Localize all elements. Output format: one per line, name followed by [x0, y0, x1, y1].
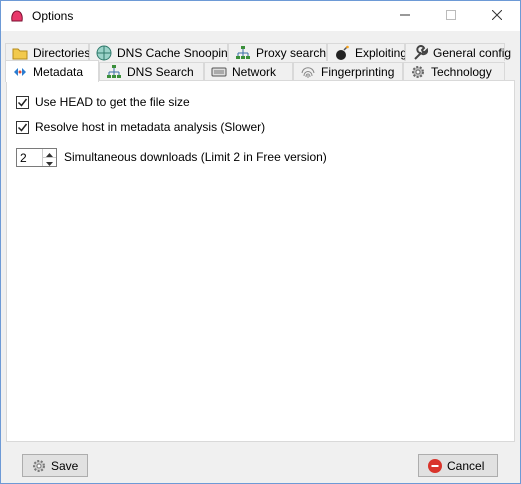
- bomb-icon: [334, 45, 350, 61]
- save-button[interactable]: Save: [22, 454, 88, 477]
- maximize-icon: [446, 9, 456, 23]
- gear-icon: [31, 458, 47, 474]
- resolve-host-option[interactable]: Resolve host in metadata analysis (Slowe…: [16, 120, 265, 134]
- window-title: Options: [32, 9, 74, 23]
- cancel-button[interactable]: Cancel: [418, 454, 498, 477]
- use-head-checkbox[interactable]: [16, 95, 29, 109]
- cancel-label: Cancel: [447, 458, 485, 473]
- title-bar: Options: [1, 1, 520, 31]
- chevron-down-icon: [46, 155, 53, 169]
- metadata-icon: [12, 64, 28, 80]
- tab-label: Network: [232, 64, 277, 79]
- tab-label: Technology: [431, 64, 492, 79]
- network-icon: [235, 45, 251, 61]
- downloads-value[interactable]: 2: [20, 151, 27, 165]
- use-head-option[interactable]: Use HEAD to get the file size: [16, 95, 190, 109]
- tab-label: General config: [433, 45, 512, 60]
- metadata-panel: Use HEAD to get the file size Resolve ho…: [6, 80, 515, 442]
- network-icon: [106, 64, 122, 80]
- keyboard-icon: [211, 64, 227, 80]
- cancel-icon: [427, 458, 443, 474]
- resolve-host-checkbox[interactable]: [16, 120, 29, 134]
- resolve-host-label: Resolve host in metadata analysis (Slowe…: [35, 120, 266, 134]
- close-icon: [491, 9, 503, 23]
- fingerprint-icon: [300, 64, 316, 80]
- tab-exploiting[interactable]: Exploiting: [327, 43, 408, 61]
- gear-icon: [410, 64, 426, 80]
- tab-technology[interactable]: Technology: [403, 62, 505, 80]
- tab-network[interactable]: Network: [204, 62, 293, 80]
- tab-row-2: Metadata DNS Search Network Fingerprinti…: [1, 60, 520, 82]
- tab-directories[interactable]: Directories: [5, 43, 91, 61]
- tab-fingerprinting[interactable]: Fingerprinting: [293, 62, 403, 80]
- downloads-spinner[interactable]: 2: [16, 148, 57, 167]
- tab-dns-cache-snooping[interactable]: DNS Cache Snooping: [89, 43, 234, 61]
- tab-label: Proxy search: [256, 45, 327, 60]
- tab-label: DNS Cache Snooping: [117, 45, 235, 60]
- use-head-label: Use HEAD to get the file size: [35, 95, 190, 109]
- tab-label: DNS Search: [127, 64, 194, 79]
- minimize-button[interactable]: [382, 1, 428, 31]
- close-button[interactable]: [474, 1, 520, 31]
- spin-down-button[interactable]: [43, 158, 56, 166]
- options-window: Options Directories DNS Cache Snooping P…: [0, 0, 521, 484]
- globe-icon: [96, 45, 112, 61]
- maximize-button[interactable]: [428, 1, 474, 31]
- tab-label: Metadata: [33, 64, 84, 79]
- tab-label: Fingerprinting: [321, 64, 395, 79]
- tab-label: Directories: [33, 45, 91, 60]
- minimize-icon: [400, 9, 410, 23]
- tab-general-config[interactable]: General config: [405, 43, 511, 61]
- tab-label: Exploiting: [355, 45, 408, 60]
- app-icon: [10, 9, 24, 23]
- tab-proxy-search[interactable]: Proxy search: [228, 43, 327, 61]
- wrench-icon: [412, 44, 429, 61]
- folder-icon: [12, 45, 28, 61]
- tab-metadata[interactable]: Metadata: [5, 60, 99, 82]
- downloads-label: Simultaneous downloads (Limit 2 in Free …: [64, 150, 327, 164]
- spinner-buttons: [42, 149, 56, 166]
- save-label: Save: [51, 458, 79, 473]
- tab-dns-search[interactable]: DNS Search: [99, 62, 204, 80]
